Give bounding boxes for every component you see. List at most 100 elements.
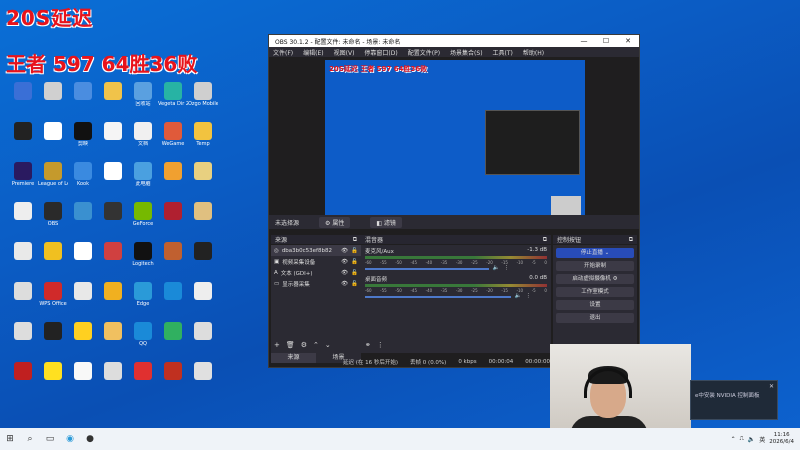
desktop-icon[interactable]: Temp: [188, 122, 218, 160]
menu-item[interactable]: 停靠窗口(D): [364, 48, 397, 57]
desktop-icon[interactable]: [8, 202, 38, 240]
desktop-icon[interactable]: 文档: [128, 122, 158, 160]
obs-preview[interactable]: 20S延迟 王者 597 64胜36败: [325, 60, 585, 228]
exit-button[interactable]: 退出: [556, 313, 634, 323]
eye-icon[interactable]: 👁: [341, 281, 348, 287]
move-down-icon[interactable]: ⌄: [325, 341, 331, 349]
lock-icon[interactable]: 🔓: [351, 270, 358, 276]
lock-icon[interactable]: 🔓: [351, 248, 358, 254]
desktop-icon[interactable]: [38, 242, 68, 280]
stop-stream-button[interactable]: 停止直播 ⌄: [556, 248, 634, 258]
desktop-icon[interactable]: [98, 82, 128, 120]
desktop-icon[interactable]: [98, 122, 128, 160]
dock-float-icon[interactable]: ⧉: [543, 236, 547, 244]
desktop-icon[interactable]: [158, 242, 188, 280]
volume-fader[interactable]: [365, 296, 511, 298]
chevron-up-icon[interactable]: ⌃: [731, 436, 736, 443]
desktop-icon[interactable]: [188, 242, 218, 280]
source-item[interactable]: A 文本 (GDI+) 👁 🔓: [271, 267, 361, 278]
chevron-down-icon[interactable]: ⌄: [605, 250, 610, 256]
menu-item[interactable]: 帮助(H): [523, 48, 544, 57]
network-icon[interactable]: ⎍: [740, 435, 744, 443]
desktop-icon[interactable]: [38, 82, 68, 120]
desktop-icon[interactable]: Edge: [128, 282, 158, 320]
volume-fader[interactable]: [365, 268, 489, 270]
menu-item[interactable]: 工具(T): [493, 48, 513, 57]
close-icon[interactable]: ✕: [617, 37, 639, 45]
eye-icon[interactable]: 👁: [341, 248, 348, 254]
menu-item[interactable]: 视图(V): [334, 48, 355, 57]
search-icon[interactable]: ⌕: [20, 429, 40, 449]
task-view-icon[interactable]: ▭: [40, 429, 60, 449]
notification-toast[interactable]: ✕ e中安装 NVIDIA 控制面板: [690, 380, 778, 420]
menu-item[interactable]: 场景集合(S): [450, 48, 483, 57]
desktop-icon[interactable]: [68, 282, 98, 320]
desktop-icon[interactable]: [158, 282, 188, 320]
desktop-icon[interactable]: WPS Office: [38, 282, 68, 320]
desktop-icon[interactable]: [8, 82, 38, 120]
desktop-icon[interactable]: Premiere: [8, 162, 38, 200]
desktop-icon[interactable]: GeForce: [128, 202, 158, 240]
eye-icon[interactable]: 👁: [341, 259, 348, 265]
remove-source-icon[interactable]: 🗑: [286, 341, 295, 349]
menu-item[interactable]: 编辑(E): [303, 48, 323, 57]
desktop-icon[interactable]: [38, 322, 68, 360]
source-item[interactable]: ◎ dba3b0c53ef8b82 👁 🔓: [271, 245, 361, 256]
source-item[interactable]: ▭ 显示器采集 👁 🔓: [271, 278, 361, 289]
desktop-icon[interactable]: [188, 162, 218, 200]
add-source-icon[interactable]: +: [274, 341, 280, 349]
desktop-icon[interactable]: [158, 362, 188, 400]
dock-float-icon[interactable]: ⧉: [353, 236, 357, 244]
more-icon[interactable]: ⋮: [525, 293, 531, 299]
source-settings-icon[interactable]: ⚙: [301, 341, 307, 349]
dock-float-icon[interactable]: ⧉: [629, 236, 633, 244]
desktop-icon[interactable]: [8, 282, 38, 320]
desktop-icon[interactable]: [68, 362, 98, 400]
obs-taskbar-icon[interactable]: ●: [80, 429, 100, 449]
desktop-icon[interactable]: [188, 202, 218, 240]
menu-item[interactable]: 文件(F): [273, 48, 293, 57]
clock[interactable]: 11:16 2026/6/4: [769, 432, 794, 446]
move-up-icon[interactable]: ⌃: [313, 341, 319, 349]
more-icon[interactable]: ⋮: [504, 265, 510, 271]
desktop-icon[interactable]: League of Legends: [38, 162, 68, 200]
desktop-icon[interactable]: [158, 202, 188, 240]
edge-icon[interactable]: ◉: [60, 429, 80, 449]
desktop-icon[interactable]: Ozgo Mobile: [188, 82, 218, 120]
gear-icon[interactable]: ⚙: [613, 276, 618, 282]
start-recording-button[interactable]: 开始录制: [556, 261, 634, 271]
desktop-icon[interactable]: 剪映: [68, 122, 98, 160]
start-icon[interactable]: ⊞: [0, 429, 20, 449]
desktop-icon[interactable]: [38, 362, 68, 400]
desktop-icon[interactable]: Logitech: [128, 242, 158, 280]
desktop-icon[interactable]: Kook: [68, 162, 98, 200]
properties-button[interactable]: ⚙ 属性: [319, 216, 351, 228]
desktop-icon[interactable]: [68, 322, 98, 360]
desktop-icon[interactable]: [98, 322, 128, 360]
speaker-icon[interactable]: 🔈: [515, 293, 522, 299]
desktop-icon[interactable]: [98, 162, 128, 200]
desktop-icon[interactable]: [98, 202, 128, 240]
desktop-icon[interactable]: [8, 122, 38, 160]
studio-mode-button[interactable]: 工作室模式: [556, 287, 634, 297]
desktop-icon[interactable]: [8, 322, 38, 360]
lock-icon[interactable]: 🔓: [351, 259, 358, 265]
more-icon[interactable]: ⋮: [377, 341, 384, 349]
virtual-camera-button[interactable]: 启动虚拟摄像机 ⚙: [556, 274, 634, 284]
desktop-icon[interactable]: Vegeta Dir 2: [158, 82, 188, 120]
link-icon[interactable]: ⚭: [365, 341, 371, 349]
desktop-icon[interactable]: [98, 282, 128, 320]
desktop-icon[interactable]: [8, 242, 38, 280]
settings-button[interactable]: 设置: [556, 300, 634, 310]
menu-item[interactable]: 配置文件(P): [408, 48, 440, 57]
desktop-icon[interactable]: WeGame: [158, 122, 188, 160]
maximize-icon[interactable]: ☐: [595, 37, 617, 45]
minimize-icon[interactable]: —: [573, 37, 595, 45]
filters-button[interactable]: ◧ 滤镜: [370, 216, 402, 228]
desktop-icon[interactable]: QQ: [128, 322, 158, 360]
speaker-icon[interactable]: 🔈: [493, 265, 500, 271]
volume-icon[interactable]: 🔈: [748, 436, 755, 443]
desktop-icon[interactable]: [68, 202, 98, 240]
ime-indicator[interactable]: 英: [759, 435, 765, 444]
desktop-icon[interactable]: [188, 362, 218, 400]
